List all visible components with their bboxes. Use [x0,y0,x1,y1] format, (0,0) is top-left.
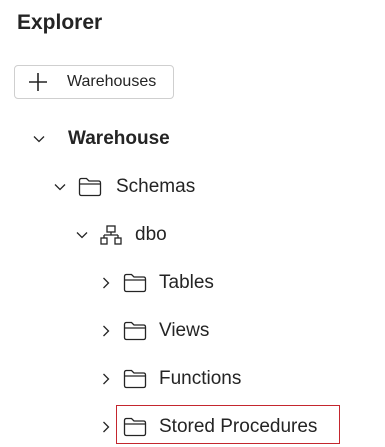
explorer-panel: Explorer Warehouses Warehouse Schemas db… [0,0,385,447]
tree-item-schemas-label: Schemas [116,176,196,197]
folder-icon [123,272,147,294]
tree-item-warehouse-label: Warehouse [68,128,170,149]
folder-icon [123,368,147,390]
tree-item-functions-label: Functions [159,368,242,389]
tree-item-functions[interactable]: Functions [99,364,241,394]
tree-item-warehouse[interactable]: Warehouse [32,124,170,154]
tree-item-tables[interactable]: Tables [99,268,214,298]
add-warehouses-button[interactable]: Warehouses [14,65,174,99]
chevron-right-icon[interactable] [99,276,113,290]
chevron-right-icon[interactable] [99,372,113,386]
chevron-right-icon[interactable] [99,420,113,434]
tree-item-views-label: Views [159,320,210,341]
tree-item-tables-label: Tables [159,272,214,293]
folder-icon [123,320,147,342]
tree-item-dbo-label: dbo [135,224,167,245]
schema-icon [99,224,123,246]
tree-item-schemas[interactable]: Schemas [53,172,195,202]
plus-icon [28,72,48,92]
stored-procedures-highlight-box [116,405,340,444]
tree-item-dbo[interactable]: dbo [75,220,167,250]
chevron-down-icon[interactable] [53,180,67,194]
chevron-down-icon[interactable] [75,228,89,242]
add-warehouses-label: Warehouses [67,73,157,90]
explorer-title: Explorer [17,11,103,34]
tree-item-views[interactable]: Views [99,316,209,346]
chevron-down-icon[interactable] [32,132,46,146]
chevron-right-icon[interactable] [99,324,113,338]
folder-icon [78,176,102,198]
